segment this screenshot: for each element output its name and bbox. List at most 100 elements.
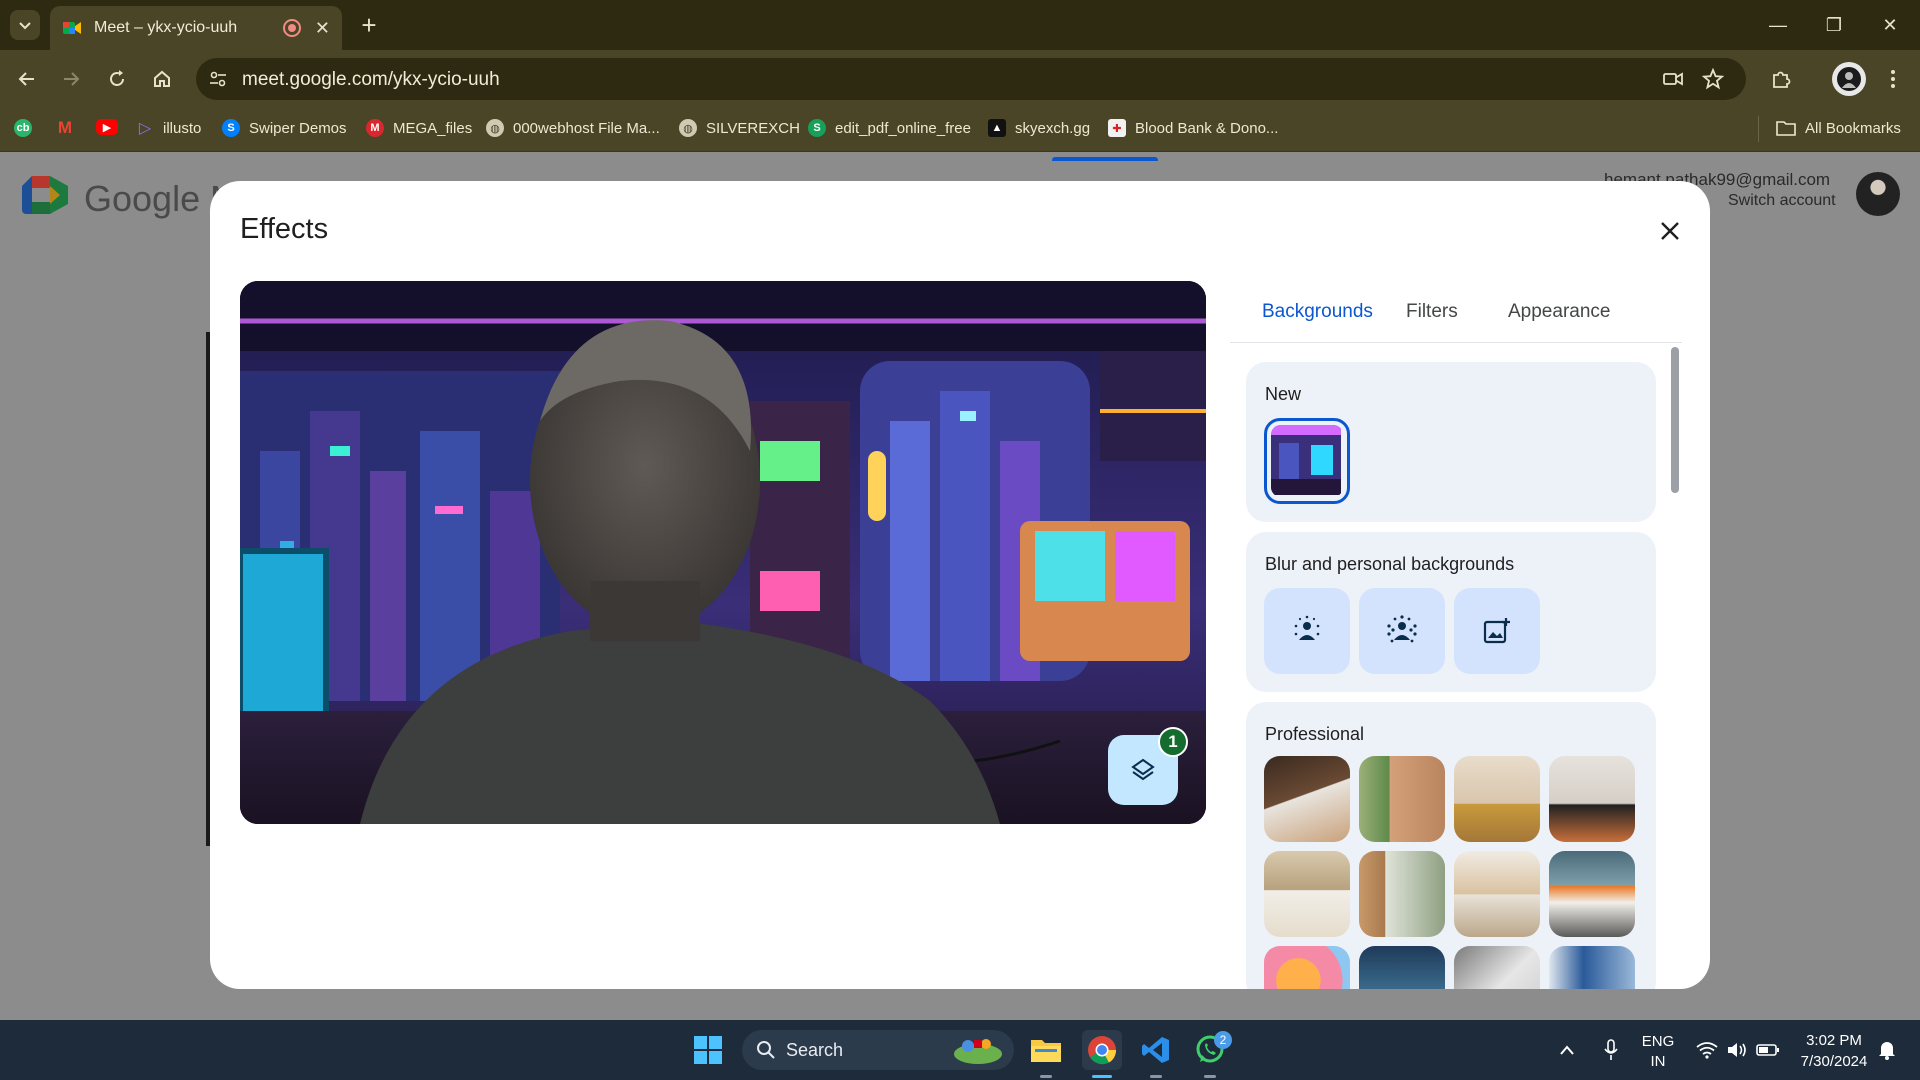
bookmark-label: Swiper Demos [249,119,347,137]
all-bookmarks-button[interactable]: All Bookmarks [1776,119,1901,137]
file-explorer-button[interactable] [1026,1030,1066,1070]
background-thumb-pro-1[interactable] [1264,756,1350,842]
search-label: Search [786,1040,844,1060]
address-bar[interactable]: meet.google.com/ykx-ycio-uuh [196,58,1746,100]
bookmark-label: skyexch.gg [1015,119,1091,137]
bookmark-silverexch[interactable]: ◍ SILVEREXCH [679,119,800,137]
bookmark-mega-files[interactable]: M MEGA_files [366,119,472,137]
new-tab-button[interactable]: + [354,10,384,40]
dialog-close-button[interactable] [1652,213,1688,249]
cyberpunk-thumbnail [1271,425,1341,495]
volume-icon [1728,1043,1746,1057]
dialog-title: Effects [240,213,329,245]
bookmark-illusto[interactable]: ▷ illusto [136,119,202,138]
background-thumb-pro-12[interactable] [1549,946,1635,989]
bookmark-swiper-demos[interactable]: S Swiper Demos [222,119,347,137]
bookmark-gmail[interactable]: M [56,118,83,137]
camera-in-use-icon[interactable] [1662,68,1684,90]
notifications-button[interactable] [1872,1030,1902,1070]
site-info-icon[interactable] [208,69,228,89]
switch-account-link[interactable]: Switch account [1728,192,1836,210]
whatsapp-running-indicator [1204,1075,1216,1078]
bookmark-edit-pdf[interactable]: Sedit_pdf_online_free [808,119,971,137]
section-professional: Professional [1246,702,1656,989]
browser-menu-button[interactable] [1878,64,1908,94]
globe-icon: ◍ [486,119,504,137]
effects-count-badge: 1 [1158,727,1188,757]
windows-logo-icon [694,1036,722,1064]
chrome-icon [1088,1036,1117,1065]
bookmarks-bar: cb M ▶ ▷ illusto S Swiper Demos M MEGA_file… [0,108,1920,152]
reload-button[interactable] [102,64,132,94]
bookmark-blood-bank[interactable]: ✚ Blood Bank & Dono... [1108,119,1278,137]
url-text[interactable]: meet.google.com/ykx-ycio-uuh [242,69,500,91]
tab-backgrounds[interactable]: Backgrounds [1262,281,1373,343]
all-bookmarks-label: All Bookmarks [1805,119,1901,137]
account-avatar[interactable] [1856,172,1900,216]
start-button[interactable] [688,1030,728,1070]
background-thumb-pro-3[interactable] [1454,756,1540,842]
bookmark-skyexch[interactable]: ▲ skyexch.gg [988,119,1090,137]
home-button[interactable] [147,64,177,94]
vscode-taskbar-button[interactable] [1136,1030,1176,1070]
quick-settings-button[interactable] [1688,1030,1788,1070]
bloodbank-icon: ✚ [1108,119,1126,137]
input-language-line1[interactable]: ENG [1638,1033,1678,1050]
minimize-button[interactable]: — [1750,0,1806,50]
s-icon: S [808,119,826,137]
bookmark-label: illusto [163,119,202,137]
show-hidden-icons-button[interactable] [1552,1030,1582,1070]
panel-scrollbar[interactable] [1671,347,1679,493]
more-vert-icon [1891,70,1895,88]
clock-date[interactable]: 7/30/2024 [1794,1053,1874,1070]
slight-blur-icon [1294,615,1320,640]
background-thumb-pro-10[interactable] [1359,946,1445,989]
upload-background-button[interactable] [1454,588,1540,674]
bookmark-star-icon[interactable] [1702,68,1724,90]
background-thumb-pro-2[interactable] [1359,756,1445,842]
restore-button[interactable]: ❐ [1806,0,1862,50]
chrome-taskbar-button[interactable] [1082,1030,1122,1070]
background-thumb-pro-11[interactable] [1454,946,1540,989]
background-thumb-pro-8[interactable] [1549,851,1635,937]
battery-icon [1756,1044,1779,1056]
full-blur-button[interactable] [1359,588,1445,674]
tab-appearance[interactable]: Appearance [1508,281,1610,343]
input-language-line2[interactable]: IN [1638,1053,1678,1070]
reload-icon [110,70,124,86]
close-icon [1661,222,1679,240]
tab-search-button[interactable] [10,10,40,40]
arrow-right-icon [64,72,80,86]
background-thumb-pro-5[interactable] [1264,851,1350,937]
back-button[interactable] [12,64,42,94]
google-meet-logo-icon [22,176,68,214]
background-thumb-pro-9[interactable] [1264,946,1350,989]
tab-close-icon[interactable]: ✕ [315,18,330,39]
tab-meet[interactable]: Meet – ykx-ycio-uuh ✕ [50,6,342,50]
tab-filters[interactable]: Filters [1406,281,1458,343]
bookmark-label: 000webhost File Ma... [513,119,660,137]
meet-favicon-icon [63,22,81,34]
profile-person-icon [1837,67,1861,91]
extensions-button[interactable] [1766,64,1796,94]
window-close-button[interactable]: ✕ [1862,0,1918,50]
section-title: Blur and personal backgrounds [1265,554,1515,574]
bookmark-cb[interactable]: cb [14,119,41,137]
cb-icon: cb [14,119,32,137]
clock-time[interactable]: 3:02 PM [1794,1032,1874,1049]
background-thumb-pro-6[interactable] [1359,851,1445,937]
background-thumb-pro-7[interactable] [1454,851,1540,937]
globe-icon: ◍ [679,119,697,137]
browser-toolbar: meet.google.com/ykx-ycio-uuh [0,50,1920,108]
section-title: Professional [1265,724,1365,744]
folder-icon [1031,1040,1061,1062]
bookmark-000webhost[interactable]: ◍ 000webhost File Ma... [486,119,660,137]
profile-avatar[interactable] [1832,62,1866,96]
background-thumb-pro-4[interactable] [1549,756,1635,842]
taskbar-search[interactable]: Search [742,1030,1014,1070]
background-thumb-new-selected[interactable] [1264,418,1350,504]
microphone-status-button[interactable] [1596,1030,1626,1070]
forward-button[interactable] [56,64,86,94]
slight-blur-button[interactable] [1264,588,1350,674]
bookmark-youtube[interactable]: ▶ [96,119,127,135]
